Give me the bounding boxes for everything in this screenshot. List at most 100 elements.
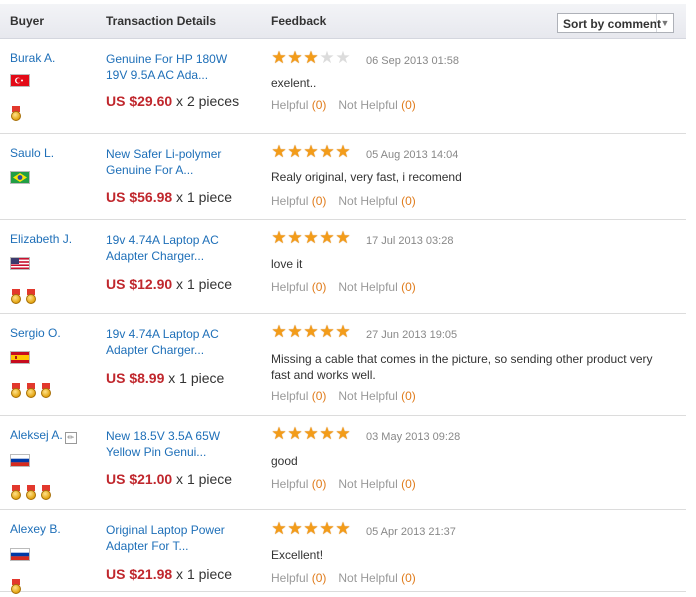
helpful-count[interactable]: (0) (312, 98, 327, 112)
star-rating: ★ ★ ★ ★ ★ (271, 228, 351, 247)
star-icon: ★ (303, 519, 319, 538)
table-header: Buyer Transaction Details Feedback Sort … (0, 4, 686, 39)
helpful-count[interactable]: (0) (312, 389, 327, 403)
product-link[interactable]: Original Laptop Power Adapter For T... (106, 522, 246, 554)
header-buyer: Buyer (10, 14, 45, 28)
helpful-votes: Helpful (0) Not Helpful (0) (271, 571, 416, 585)
price-amount: US $8.99 (106, 370, 165, 386)
not-helpful-count[interactable]: (0) (401, 98, 416, 112)
star-rating: ★ ★ ★ ★ ★ (271, 519, 351, 538)
not-helpful-count[interactable]: (0) (401, 280, 416, 294)
helpful-count[interactable]: (0) (312, 280, 327, 294)
helpful-votes: Helpful (0) Not Helpful (0) (271, 194, 416, 208)
buyer-name-link[interactable]: Aleksej A. ✏ (10, 428, 77, 444)
buyer-name-link[interactable]: Burak A. (10, 51, 55, 65)
star-icon: ★ (287, 322, 303, 341)
feedback-comment: Realy original, very fast, i recomend (271, 170, 462, 184)
medal-icon (10, 485, 22, 503)
helpful-count[interactable]: (0) (312, 194, 327, 208)
feedback-row: Burak A. Genuine For HP 180W 19V 9.5A AC … (0, 39, 686, 134)
sort-select[interactable]: Sort by comment ▼ (557, 13, 674, 33)
product-link[interactable]: 19v 4.74A Laptop AC Adapter Charger... (106, 326, 246, 358)
flag-spain-icon (10, 351, 30, 364)
not-helpful-link[interactable]: Not Helpful (338, 280, 397, 294)
order-price: US $21.98 x 1 piece (106, 566, 232, 582)
helpful-count[interactable]: (0) (312, 477, 327, 491)
order-price: US $56.98 x 1 piece (106, 189, 232, 205)
quantity: x 1 piece (172, 471, 233, 487)
medal-icon (25, 289, 37, 307)
not-helpful-link[interactable]: Not Helpful (338, 477, 397, 491)
product-link[interactable]: 19v 4.74A Laptop AC Adapter Charger... (106, 232, 246, 264)
not-helpful-count[interactable]: (0) (401, 571, 416, 585)
helpful-link[interactable]: Helpful (271, 194, 308, 208)
star-icon: ★ (287, 519, 303, 538)
order-price: US $12.90 x 1 piece (106, 276, 232, 292)
star-icon: ★ (303, 322, 319, 341)
star-icon: ★ (319, 519, 335, 538)
feedback-date: 03 May 2013 09:28 (366, 431, 461, 443)
product-link[interactable]: New Safer Li-polymer Genuine For A... (106, 146, 246, 178)
medal-icon (25, 485, 37, 503)
star-icon: ★ (319, 228, 335, 247)
helpful-link[interactable]: Helpful (271, 280, 308, 294)
feedback-medals (10, 485, 52, 503)
helpful-count[interactable]: (0) (312, 571, 327, 585)
not-helpful-link[interactable]: Not Helpful (338, 98, 397, 112)
flag-turkey-icon (10, 74, 30, 87)
order-price: US $21.00 x 1 piece (106, 471, 232, 487)
star-icon: ★ (319, 142, 335, 161)
feedback-medals (10, 579, 22, 597)
not-helpful-link[interactable]: Not Helpful (338, 194, 397, 208)
star-icon: ★ (271, 228, 287, 247)
price-amount: US $29.60 (106, 93, 173, 109)
not-helpful-count[interactable]: (0) (401, 477, 416, 491)
feedback-date: 05 Apr 2013 21:37 (366, 526, 456, 538)
star-icon: ★ (271, 48, 287, 67)
star-icon: ★ (271, 519, 287, 538)
star-icon: ★ (271, 322, 287, 341)
star-icon: ★ (287, 228, 303, 247)
flag-russia-icon (10, 548, 30, 561)
star-icon: ★ (303, 424, 319, 443)
helpful-link[interactable]: Helpful (271, 389, 308, 403)
not-helpful-link[interactable]: Not Helpful (338, 571, 397, 585)
helpful-link[interactable]: Helpful (271, 98, 308, 112)
price-amount: US $21.00 (106, 471, 173, 487)
star-icon: ★ (319, 424, 335, 443)
quantity: x 1 piece (172, 276, 233, 292)
medal-icon (40, 485, 52, 503)
feedback-date: 27 Jun 2013 19:05 (366, 329, 458, 341)
star-icon: ★ (335, 142, 351, 161)
chevron-down-icon[interactable]: ▼ (656, 14, 673, 32)
feedback-date: 05 Aug 2013 14:04 (366, 149, 459, 161)
product-link[interactable]: Genuine For HP 180W 19V 9.5A AC Ada... (106, 51, 246, 83)
star-icon: ★ (335, 228, 351, 247)
helpful-votes: Helpful (0) Not Helpful (0) (271, 389, 416, 403)
feedback-comment: good (271, 454, 298, 468)
star-icon: ★ (335, 519, 351, 538)
feedback-row: Elizabeth J. 19v 4.74A Laptop AC Adapter … (0, 220, 686, 314)
order-price: US $8.99 x 1 piece (106, 370, 224, 386)
buyer-name-link[interactable]: Elizabeth J. (10, 232, 72, 246)
feedback-date: 17 Jul 2013 03:28 (366, 235, 454, 247)
price-amount: US $12.90 (106, 276, 173, 292)
star-icon: ★ (287, 142, 303, 161)
not-helpful-link[interactable]: Not Helpful (338, 389, 397, 403)
not-helpful-count[interactable]: (0) (401, 389, 416, 403)
feedback-date: 06 Sep 2013 01:58 (366, 55, 459, 67)
helpful-link[interactable]: Helpful (271, 477, 308, 491)
buyer-name-link[interactable]: Sergio O. (10, 326, 61, 340)
buyer-name-link[interactable]: Saulo L. (10, 146, 54, 160)
buyer-name-link[interactable]: Alexey B. (10, 522, 61, 536)
feedback-comment: Excellent! (271, 548, 324, 562)
feedback-medals (10, 289, 37, 307)
feedback-row: Saulo L. New Safer Li-polymer Genuine For… (0, 134, 686, 220)
product-link[interactable]: New 18.5V 3.5A 65W Yellow Pin Genui... (106, 428, 246, 460)
edit-icon[interactable]: ✏ (64, 432, 77, 444)
medal-icon (10, 106, 22, 124)
helpful-link[interactable]: Helpful (271, 571, 308, 585)
feedback-row: Alexey B. Original Laptop Power Adapter F… (0, 510, 686, 594)
not-helpful-count[interactable]: (0) (401, 194, 416, 208)
helpful-votes: Helpful (0) Not Helpful (0) (271, 98, 416, 112)
